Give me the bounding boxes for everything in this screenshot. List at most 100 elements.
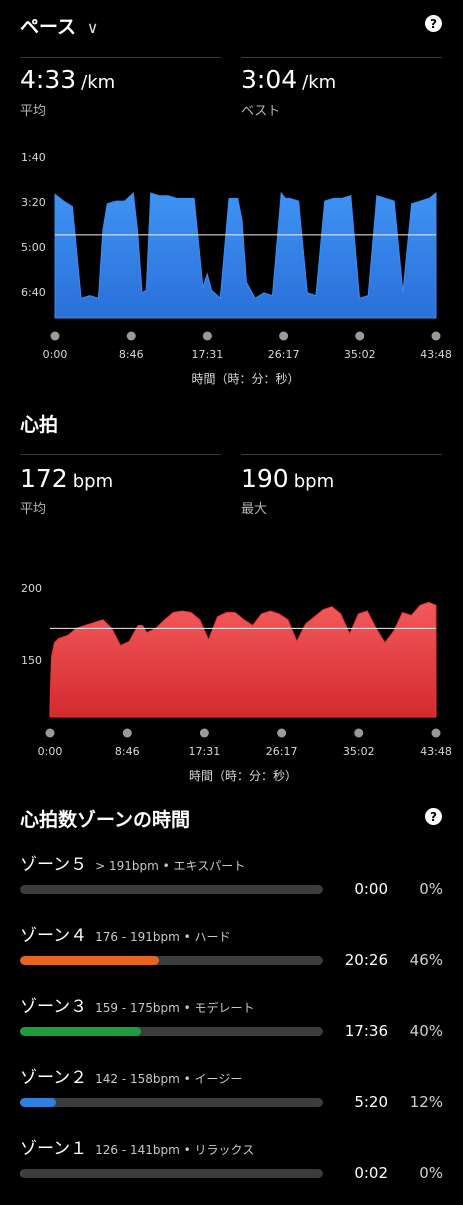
heart-max-label: 最大 (241, 502, 268, 517)
zone-range: 142 - 158bpm • イージー (95, 1072, 243, 1086)
zone-progress-fill (20, 1027, 142, 1036)
x-tick-label: 0:00 (38, 745, 63, 758)
x-tick-dot (126, 331, 136, 341)
pace-section-title[interactable]: ペース ∨ (20, 12, 98, 39)
x-tick-dot (45, 728, 55, 738)
heart-max-number: 190 (241, 464, 289, 493)
divider (241, 454, 442, 455)
data-area (54, 191, 437, 319)
zone-range: 159 - 175bpm • モデレート (95, 1001, 255, 1015)
y-tick-label: 6:40 (21, 286, 46, 299)
bpm-unit: bpm (72, 471, 114, 492)
pace-average-value: 4:33/km (20, 65, 115, 94)
data-area (49, 601, 437, 718)
x-tick-dot (122, 728, 132, 738)
heart-average-number: 172 (20, 464, 68, 493)
zone-header: ゾーン２ 142 - 158bpm • イージー (20, 1063, 242, 1088)
zone-row: ゾーン３ 159 - 175bpm • モデレート 17:36 40% (0, 992, 463, 1063)
pace-best-value: 3:04/km (241, 65, 336, 94)
zone-header: ゾーン４ 176 - 191bpm • ハード (20, 921, 231, 946)
y-tick-label: 1:40 (21, 151, 46, 164)
x-tick-dot (202, 331, 212, 341)
zone-percent: 12% (409, 1093, 443, 1111)
pace-average-label: 平均 (20, 104, 47, 119)
x-tick-label: 8:46 (115, 745, 140, 758)
x-tick-label: 26:17 (266, 745, 298, 758)
x-tick-label: 0:00 (43, 348, 68, 361)
zone-progress-track (20, 1027, 323, 1036)
pace-title: ペース (20, 16, 77, 38)
x-tick-dot (279, 331, 289, 341)
y-tick-label: 3:20 (21, 196, 46, 209)
x-tick-label: 17:31 (192, 348, 224, 361)
y-tick-label: 150 (21, 654, 42, 667)
zone-time: 5:20 (354, 1093, 388, 1111)
zone-progress-track (20, 1169, 323, 1178)
x-tick-label: 43:48 (420, 745, 452, 758)
zone-time: 17:36 (344, 1022, 388, 1040)
x-tick-dot (355, 331, 365, 341)
x-tick-dot (431, 331, 441, 341)
x-tick-dot (199, 728, 209, 738)
heart-average-label: 平均 (20, 502, 47, 517)
zone-time: 0:00 (354, 880, 388, 898)
zones-section-title: 心拍数ゾーンの時間 (20, 809, 191, 831)
zone-time: 20:26 (344, 951, 388, 969)
zone-percent: 46% (409, 951, 443, 969)
zone-progress-track (20, 956, 323, 965)
pace-unit: /km (81, 72, 116, 93)
zone-percent: 0% (419, 1164, 443, 1182)
question-circle-icon[interactable]: ? (425, 808, 442, 825)
zone-name: ゾーン１ (20, 1139, 88, 1159)
pace-best-number: 3:04 (241, 65, 298, 94)
divider (20, 454, 221, 455)
zone-progress-track (20, 885, 323, 894)
zone-row: ゾーン４ 176 - 191bpm • ハード 20:26 46% (0, 921, 463, 992)
bpm-unit: bpm (293, 471, 335, 492)
chevron-down-icon[interactable]: ∨ (87, 18, 99, 37)
zone-header: ゾーン３ 159 - 175bpm • モデレート (20, 992, 255, 1017)
zone-range: > 191bpm • エキスパート (95, 859, 246, 873)
y-tick-label: 5:00 (21, 241, 46, 254)
x-tick-label: 17:31 (189, 745, 221, 758)
zone-range: 176 - 191bpm • ハード (95, 930, 231, 944)
pace-average-number: 4:33 (20, 65, 77, 94)
question-circle-icon[interactable]: ? (425, 15, 442, 32)
x-tick-label: 35:02 (344, 348, 376, 361)
zone-progress-fill (20, 1169, 22, 1178)
zone-name: ゾーン４ (20, 926, 88, 946)
x-tick-label: 43:48 (420, 348, 452, 361)
zone-row: ゾーン２ 142 - 158bpm • イージー 5:20 12% (0, 1063, 463, 1134)
heart-rate-chart: 200 150 0:00 8:46 17:31 26:17 35:02 43:48 時間（時：分… (21, 582, 452, 783)
x-tick-dot (354, 728, 364, 738)
x-tick-dot (431, 728, 441, 738)
zone-progress-track (20, 1098, 323, 1107)
zone-row: ゾーン１ 126 - 141bpm • リラックス 0:02 0% (0, 1134, 463, 1205)
heart-max-value: 190 bpm (241, 464, 334, 493)
divider (20, 57, 221, 58)
y-tick-label: 200 (21, 582, 42, 595)
zone-name: ゾーン３ (20, 997, 88, 1017)
zone-name: ゾーン２ (20, 1068, 88, 1088)
x-tick-label: 35:02 (343, 745, 375, 758)
zone-percent: 0% (419, 880, 443, 898)
pace-chart: 1:40 3:20 5:00 6:40 0:00 8:46 17:31 26:17 35:02 4… (21, 151, 452, 386)
heart-section-title: 心拍 (20, 414, 59, 436)
divider (241, 57, 442, 58)
zone-progress-fill (20, 1098, 57, 1107)
x-tick-dot (277, 728, 287, 738)
x-axis-label: 時間（時：分：秒） (189, 769, 297, 783)
zone-percent: 40% (409, 1022, 443, 1040)
x-tick-label: 8:46 (119, 348, 144, 361)
x-axis-label: 時間（時：分：秒） (191, 372, 299, 386)
zone-header: ゾーン５ > 191bpm • エキスパート (20, 850, 245, 875)
heart-average-value: 172 bpm (20, 464, 113, 493)
zone-time: 0:02 (354, 1164, 388, 1182)
zone-progress-fill (20, 956, 160, 965)
zone-range: 126 - 141bpm • リラックス (95, 1143, 255, 1157)
zone-row: ゾーン５ > 191bpm • エキスパート 0:00 0% (0, 850, 463, 921)
zone-header: ゾーン１ 126 - 141bpm • リラックス (20, 1134, 254, 1159)
pace-unit: /km (302, 72, 337, 93)
x-tick-label: 26:17 (268, 348, 300, 361)
zone-name: ゾーン５ (20, 855, 88, 875)
